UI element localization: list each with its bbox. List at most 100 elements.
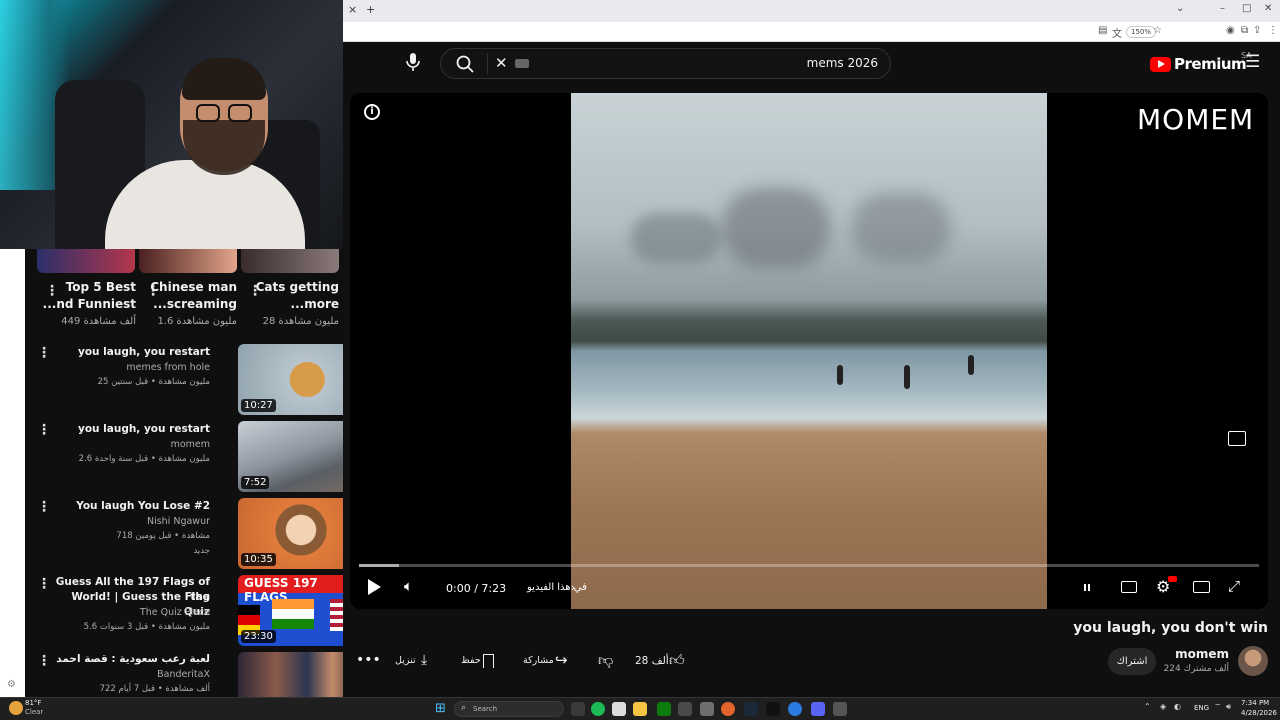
video-thumbnail[interactable]: 10:27 [238, 344, 343, 415]
video-frame[interactable] [571, 93, 1047, 609]
clock-date[interactable]: 4/28/2026 [1241, 709, 1277, 717]
taskbar-search[interactable]: ⌕ Search [454, 701, 564, 717]
reader-icon[interactable]: ▤ [1098, 25, 1107, 36]
guide-menu-icon[interactable]: ☰ [1245, 52, 1260, 72]
miniplayer-icon[interactable] [1228, 431, 1246, 446]
xbox-icon[interactable] [657, 702, 671, 716]
app-icon[interactable] [678, 702, 692, 716]
save-button[interactable]: حفظ [459, 651, 501, 671]
app-icon[interactable] [833, 702, 847, 716]
weather-icon[interactable] [9, 701, 23, 715]
cloud [721, 188, 831, 268]
notepad-icon[interactable] [612, 702, 626, 716]
tray-icon[interactable]: ◐ [1174, 702, 1181, 711]
file-explorer-icon[interactable] [633, 702, 647, 716]
hd-badge [1168, 576, 1177, 582]
theater-mode-icon[interactable] [1193, 581, 1210, 593]
channel-name[interactable]: Nishi Ngawur [147, 516, 210, 527]
info-icon[interactable]: i [364, 104, 380, 120]
close-window-button[interactable]: ✕ [1264, 3, 1272, 14]
progress-bar[interactable] [359, 564, 1259, 567]
video-player[interactable]: i MOMEM 🔈︎ 0:00 / 7:23 في هذا الفيديو › … [350, 93, 1268, 609]
discord-icon[interactable] [811, 702, 825, 716]
short-views: 28 مليون مشاهدة [262, 316, 339, 327]
side-gutter: ⚙ [0, 249, 25, 697]
maximize-window-button[interactable]: □ [1242, 3, 1251, 14]
subscribe-button[interactable]: اشتراك [1108, 648, 1156, 675]
voice-search-icon[interactable] [406, 52, 420, 77]
minimize-window-button[interactable]: – [1220, 3, 1225, 14]
duration-badge: 10:35 [241, 553, 276, 566]
keyboard-icon[interactable] [515, 59, 529, 68]
bookmark-star-icon[interactable]: ☆ [1153, 25, 1162, 36]
video-title[interactable]: You laugh You Lose #2 [50, 499, 210, 514]
clock-time[interactable]: 7:34 PM [1241, 699, 1269, 707]
channel-name[interactable]: momem [171, 439, 210, 450]
search-box[interactable]: ✕ mems 2026 [440, 48, 891, 79]
play-button[interactable] [368, 579, 381, 595]
volume-tray-icon[interactable]: 🔊︎ [1226, 702, 1231, 712]
chapter-button[interactable]: في هذا الفيديو [527, 582, 587, 593]
channel-name[interactable]: The Quiz Place [140, 607, 210, 618]
video-thumbnail[interactable] [238, 652, 343, 697]
subtitles-icon[interactable] [1121, 581, 1137, 593]
more-options-icon[interactable]: ⋮ [37, 654, 51, 668]
browser-menu-icon[interactable]: ⋮ [1268, 25, 1278, 36]
download-button[interactable]: تنزيل ⤓ [393, 651, 438, 671]
channel-avatar[interactable] [1238, 646, 1268, 676]
firefox-icon[interactable] [721, 702, 735, 716]
extensions-icon[interactable]: ⧉ [1241, 25, 1248, 36]
fullscreen-icon[interactable]: ⤢ [1228, 577, 1240, 595]
windows-start-icon[interactable]: ⊞ [435, 701, 446, 716]
browser-address-bar[interactable]: ▤ 文 150% ☆ ◉ ⧉ ⇪ ⋮ [343, 22, 1280, 42]
video-title[interactable]: you laugh, you restart [50, 422, 210, 437]
cloud [851, 193, 951, 263]
short-title: ...nd Funniest [42, 297, 136, 311]
settings-gear-icon[interactable]: ⚙ [7, 679, 16, 690]
language-indicator[interactable]: ENG [1194, 704, 1209, 712]
edge-icon[interactable] [788, 702, 802, 716]
capcut-icon[interactable] [766, 702, 780, 716]
wifi-icon[interactable]: ⌔ [1214, 702, 1222, 712]
more-actions-icon[interactable]: ••• [356, 652, 381, 668]
autoplay-toggle[interactable] [1084, 584, 1090, 591]
dislike-icon[interactable]: 👎︎ [598, 651, 613, 670]
steam-icon[interactable] [744, 702, 758, 716]
more-options-icon[interactable]: ⋮ [45, 284, 59, 298]
short-thumbnail[interactable] [37, 249, 135, 273]
video-title[interactable]: you laugh, you restart [50, 345, 210, 360]
more-options-icon[interactable]: ⋮ [37, 346, 51, 360]
more-options-icon[interactable]: ⋮ [37, 423, 51, 437]
profile-icon[interactable]: ◉ [1226, 25, 1235, 36]
more-options-icon[interactable]: ⋮ [37, 500, 51, 514]
channel-name[interactable]: memes from hole [126, 362, 210, 373]
video-title[interactable]: لعبة رعب سعودية : قصة احمد [50, 652, 210, 667]
short-thumbnail[interactable] [139, 249, 237, 273]
divider [487, 53, 488, 75]
app-icon[interactable] [700, 702, 714, 716]
search-icon[interactable] [456, 55, 474, 77]
translate-icon[interactable]: 文 [1112, 25, 1122, 40]
video-thumbnail[interactable]: GUESS 197 FLAGS 23:30 [238, 575, 343, 646]
tray-icon[interactable]: ◈ [1160, 702, 1166, 711]
short-thumbnail[interactable] [241, 249, 339, 273]
tray-chevron-icon[interactable]: ⌃ [1144, 702, 1151, 711]
like-button[interactable]: 28 ألف 👍︎ [635, 651, 687, 671]
share-button[interactable]: مشاركة ↪ [523, 651, 575, 671]
close-tab-button[interactable]: × [348, 3, 357, 16]
tab-list-icon[interactable]: ⌄ [1176, 3, 1184, 14]
channel-name[interactable]: momem [1175, 647, 1229, 661]
task-view-icon[interactable] [571, 702, 585, 716]
new-tab-button[interactable]: + [366, 3, 375, 16]
volume-icon[interactable]: 🔈︎ [404, 577, 413, 595]
search-input[interactable]: mems 2026 [807, 56, 878, 70]
share-page-icon[interactable]: ⇪ [1253, 25, 1261, 36]
chevron-right-icon[interactable]: › [571, 581, 575, 594]
clear-search-button[interactable]: ✕ [495, 54, 508, 72]
more-options-icon[interactable]: ⋮ [37, 577, 51, 591]
zoom-level[interactable]: 150% [1126, 26, 1157, 38]
video-thumbnail[interactable]: 10:35 [238, 498, 343, 569]
channel-name[interactable]: BanderitaX [157, 669, 210, 680]
video-thumbnail[interactable]: 7:52 [238, 421, 343, 492]
spotify-icon[interactable] [591, 702, 605, 716]
